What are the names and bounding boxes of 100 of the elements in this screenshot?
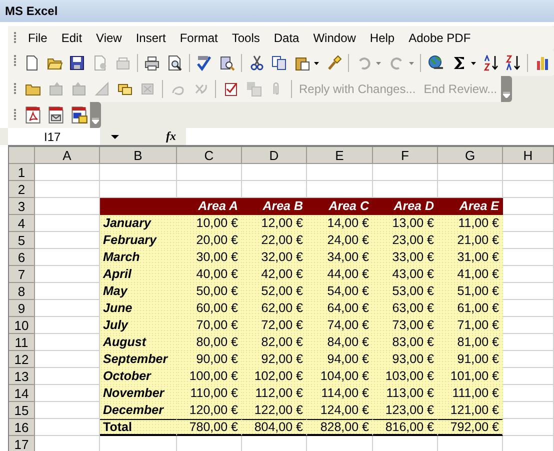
row-label-cell: November [100,385,177,402]
delete-comment-icon [140,81,156,97]
grip-icon[interactable] [11,82,19,96]
value-cell: 32,00 € [242,249,307,266]
value-cell: 122,00 € [242,402,307,419]
value-cell: 100,00 € [177,368,242,385]
value-cell: 11,00 € [438,215,503,232]
row-header[interactable]: 11 [9,334,35,351]
menu-item[interactable]: Insert [128,29,173,47]
column-header[interactable]: B [100,147,177,164]
sort-descending-icon [505,55,522,71]
value-cell: 103,00 € [373,368,438,385]
row-header[interactable]: 12 [9,351,35,368]
value-cell: 54,00 € [307,283,373,300]
caret-icon [470,62,476,64]
printer-icon [144,55,160,71]
column-header[interactable]: G [438,147,503,164]
menu-item[interactable]: Help [362,29,402,47]
copy-icon [271,55,288,71]
grip-icon[interactable] [11,31,19,45]
empty-cell [503,181,554,198]
row-header[interactable]: 10 [9,317,35,334]
row-header[interactable]: 13 [9,368,35,385]
pdf-file-icon [24,106,42,124]
value-cell: 44,00 € [307,266,373,283]
column-header[interactable]: E [307,147,373,164]
row-header[interactable]: 5 [9,232,35,249]
row-header[interactable]: 6 [9,249,35,266]
value-cell: 33,00 € [373,249,438,266]
value-cell: 72,00 € [242,317,307,334]
column-header[interactable]: D [242,147,307,164]
caret-icon [111,134,119,138]
globe-link-icon [428,55,444,71]
value-cell: 60,00 € [177,300,242,317]
value-cell: 34,00 € [307,249,373,266]
shape-icon [94,81,110,97]
value-cell: 90,00 € [177,351,242,368]
value-cell: 804,00 € [242,419,307,436]
menu-item[interactable]: File [21,29,54,47]
grip-icon[interactable] [11,108,19,122]
value-cell: 53,00 € [373,283,438,300]
row-header[interactable]: 8 [9,283,35,300]
row-header[interactable]: 2 [9,181,35,198]
value-cell: 64,00 € [307,300,373,317]
row-header[interactable]: 14 [9,385,35,402]
menu-item[interactable]: Edit [54,29,90,47]
row-header[interactable]: 9 [9,300,35,317]
row-label-cell: April [100,266,177,283]
column-header[interactable]: C [177,147,242,164]
value-cell: 84,00 € [307,334,373,351]
column-header[interactable]: F [373,147,438,164]
value-cell: 816,00 € [373,419,438,436]
menu-item[interactable]: Data [266,29,306,47]
value-cell: 42,00 € [242,266,307,283]
value-cell: 111,00 € [438,385,503,402]
book-magnifier-icon [219,55,236,71]
value-cell: 81,00 € [438,334,503,351]
formula-field[interactable] [186,128,554,145]
row-header[interactable]: 4 [9,215,35,232]
menu-item[interactable]: View [89,29,129,47]
chevron-icon [92,118,99,124]
window-title: MS Excel [5,4,58,18]
row-header[interactable]: 3 [9,198,35,215]
column-header[interactable]: A [35,147,100,164]
row-label-cell: July [100,317,177,334]
chevron-icon [503,92,510,98]
value-cell: 23,00 € [373,232,438,249]
column-title-cell: Area D [373,198,438,215]
value-cell: 63,00 € [373,300,438,317]
value-cell: 12,00 € [242,215,307,232]
row-header[interactable]: 1 [9,164,35,181]
value-cell: 61,00 € [438,300,503,317]
value-cell: 102,00 € [242,368,307,385]
menu-item[interactable]: Window [306,29,363,47]
value-cell: 792,00 € [438,419,503,436]
column-title-cell: Area C [307,198,373,215]
row-header[interactable]: 16 [9,419,35,436]
name-box[interactable]: I17 [8,128,100,145]
value-cell: 121,00 € [438,402,503,419]
menu-item[interactable]: Adobe PDF [402,29,478,47]
grip-icon[interactable] [11,54,19,68]
value-cell: 92,00 € [242,351,307,368]
pdf-email-icon [46,106,64,124]
value-cell: 120,00 € [177,402,242,419]
row-header[interactable]: 17 [9,436,35,451]
function-label[interactable]: fx [166,129,186,144]
scissors-icon [248,55,265,71]
menu-item[interactable]: Tools [224,29,267,47]
value-cell: 123,00 € [373,402,438,419]
row-header[interactable]: 15 [9,402,35,419]
column-title-cell: Area B [242,198,307,215]
row-header[interactable]: 7 [9,266,35,283]
pdf-review-icon [70,106,88,124]
column-header[interactable]: H [503,147,554,164]
value-cell: 112,00 € [242,385,307,402]
value-cell: 73,00 € [373,317,438,334]
menu-item[interactable]: Format [172,29,225,47]
row-label-cell: December [100,402,177,419]
windows-icon [246,81,262,97]
value-cell: 62,00 € [242,300,307,317]
